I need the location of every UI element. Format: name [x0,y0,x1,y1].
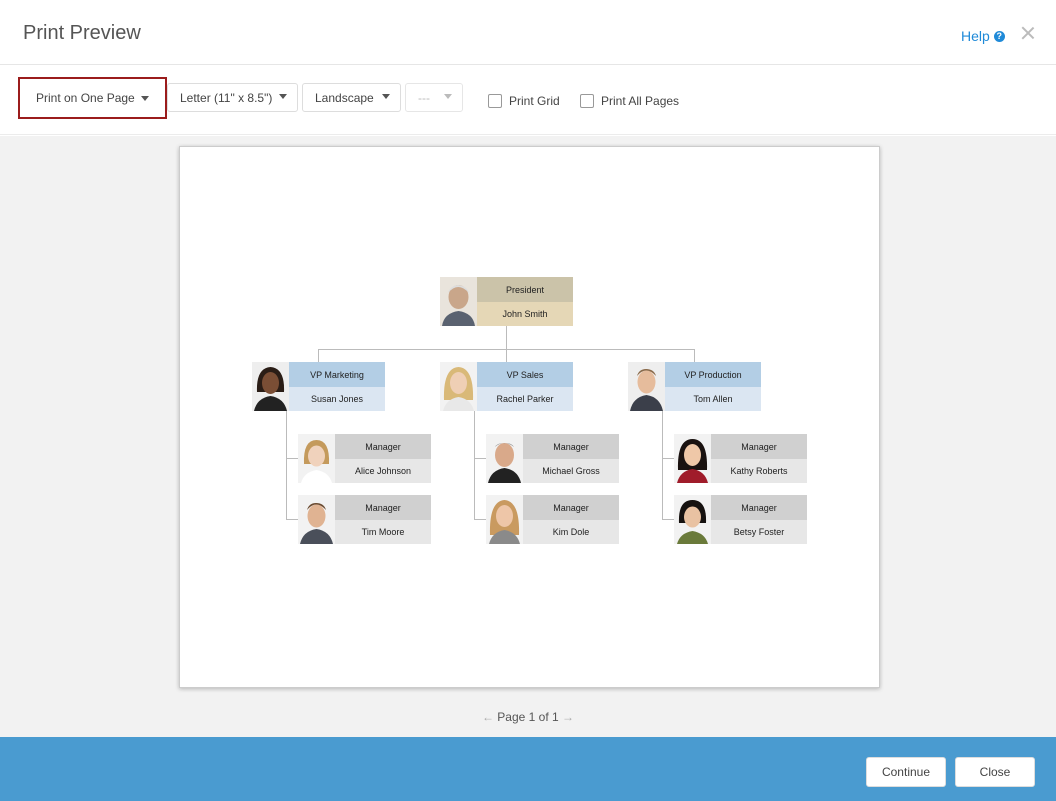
caret-down-icon [444,94,452,99]
caret-down-icon [382,94,390,99]
connector-line [506,349,507,362]
dialog-title: Print Preview [23,22,141,44]
print-grid-label: Print Grid [509,94,560,108]
scale-dropdown[interactable]: Print on One Page [18,77,167,119]
node-role: VP Production [665,362,761,387]
caret-down-icon [141,96,149,101]
print-grid-checkbox[interactable]: Print Grid [488,94,560,108]
node-name: John Smith [477,302,573,326]
dialog-header: Print Preview Help ? [0,0,1056,65]
connector-line [474,410,475,520]
checkbox-box[interactable] [488,94,502,108]
person-photo [674,495,711,544]
dialog-footer: Continue Close [0,737,1056,801]
print-all-pages-checkbox[interactable]: Print All Pages [580,94,679,108]
paper-size-value: Letter (11" x 8.5") [180,90,273,105]
connector-line [318,349,319,362]
arrow-left-icon[interactable]: ← [482,710,494,724]
node-name: Michael Gross [523,459,619,483]
node-role: VP Marketing [289,362,385,387]
connector-line [506,326,507,350]
node-name: Alice Johnson [335,459,431,483]
node-role: Manager [523,434,619,459]
person-photo [486,495,523,544]
node-role: VP Sales [477,362,573,387]
person-photo [486,434,523,483]
org-node-manager: Manager Betsy Foster [674,495,807,544]
caret-down-icon [279,94,287,99]
node-name: Tim Moore [335,520,431,544]
orientation-dropdown[interactable]: Landscape [302,83,401,112]
arrow-right-icon[interactable]: → [562,710,574,724]
node-name: Betsy Foster [711,520,807,544]
print-page-preview: President John Smith VP Marketing Susan … [179,146,880,688]
node-name: Tom Allen [665,387,761,411]
org-node-vp: VP Marketing Susan Jones [252,362,385,411]
org-node-manager: Manager Kim Dole [486,495,619,544]
question-circle-icon: ? [993,30,1005,42]
node-role: Manager [711,434,807,459]
person-photo [298,434,335,483]
paper-size-dropdown[interactable]: Letter (11" x 8.5") [167,83,298,112]
org-node-manager: Manager Michael Gross [486,434,619,483]
print-all-pages-label: Print All Pages [601,94,680,108]
node-role: Manager [335,495,431,520]
orientation-value: Landscape [315,90,374,105]
node-role: Manager [523,495,619,520]
page-navigator: ← Page 1 of 1 → [0,710,1056,724]
person-photo [628,362,665,411]
connector-line [662,410,663,520]
pages-dropdown-value: --- [418,90,430,105]
node-name: Kim Dole [523,520,619,544]
checkbox-box[interactable] [580,94,594,108]
close-button[interactable]: Close [955,757,1035,787]
org-node-vp: VP Production Tom Allen [628,362,761,411]
node-role: Manager [711,495,807,520]
node-name: Susan Jones [289,387,385,411]
person-photo [252,362,289,411]
person-photo [440,362,477,411]
page-indicator: Page 1 of 1 [497,710,559,724]
org-node-president: President John Smith [440,277,573,326]
person-photo [674,434,711,483]
print-options-toolbar: Print on One Page Letter (11" x 8.5") La… [0,65,1056,135]
person-photo [440,277,477,326]
help-link[interactable]: Help ? [961,28,1005,44]
scale-dropdown-value: Print on One Page [36,91,135,105]
person-photo [298,495,335,544]
node-name: Kathy Roberts [711,459,807,483]
connector-line [286,410,287,520]
org-node-manager: Manager Kathy Roberts [674,434,807,483]
preview-area: President John Smith VP Marketing Susan … [0,136,1056,737]
org-node-manager: Manager Alice Johnson [298,434,431,483]
continue-button[interactable]: Continue [866,757,946,787]
org-node-vp: VP Sales Rachel Parker [440,362,573,411]
close-icon[interactable] [1019,24,1037,42]
connector-line [694,349,695,362]
node-role: President [477,277,573,302]
node-name: Rachel Parker [477,387,573,411]
node-role: Manager [335,434,431,459]
help-label: Help [961,28,990,44]
org-node-manager: Manager Tim Moore [298,495,431,544]
pages-dropdown[interactable]: --- [405,83,463,112]
